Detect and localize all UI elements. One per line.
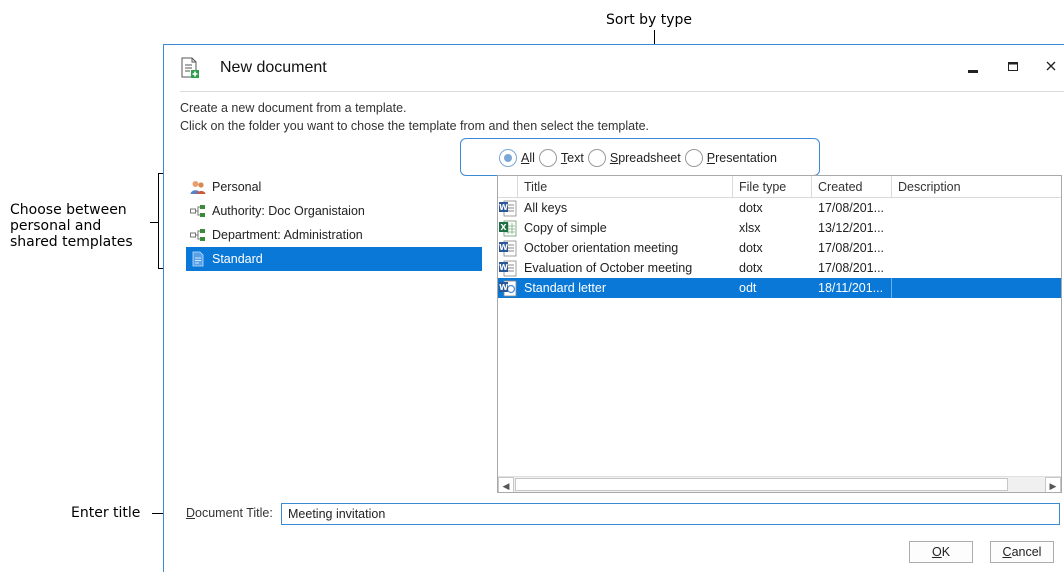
bracket-vertical [158,173,159,269]
horizontal-scrollbar[interactable]: ◀ ▶ [498,476,1061,492]
column-header-created[interactable]: Created [812,176,892,198]
column-header-description[interactable]: Description [892,176,1061,198]
cell-file-type: odt [739,281,757,295]
table-row[interactable]: W All keys dotx 17/08/201... [498,198,1061,218]
org-structure-icon [190,227,206,243]
tree-item-standard[interactable]: Standard [186,247,482,271]
radio-presentation-label: Presentation [706,151,777,165]
radio-all-label: All [521,151,535,165]
cancel-button[interactable]: Cancel [990,541,1054,563]
cell-file-type: xlsx [739,221,761,235]
tree-item-label: Standard [212,252,263,266]
cell-file-type: dotx [739,201,763,215]
cell-title: Evaluation of October meeting [524,261,693,275]
ok-button[interactable]: OK [909,541,973,563]
radio-spreadsheet[interactable]: Spreadsheet [587,149,681,167]
word-icon: W [498,258,518,278]
document-title-input[interactable] [281,503,1060,525]
tree-item-label: Personal [212,180,262,194]
bracket-pointer [150,222,159,223]
template-table: Title File type Created Description W Al… [497,175,1062,493]
personal-users-icon [190,179,206,195]
callout-choose-between: Choose between personal and shared templ… [10,202,133,250]
org-structure-icon [190,203,206,219]
svg-text:W: W [499,283,508,292]
word-odt-icon: W [498,278,518,298]
callout-enter-title: Enter title [71,505,141,521]
table-body: W All keys dotx 17/08/201... X Copy of s… [498,198,1061,298]
tree-item-department[interactable]: Department: Administration [186,223,482,247]
radio-text-label: Text [560,151,584,165]
table-row[interactable]: W Evaluation of October meeting dotx 17/… [498,258,1061,278]
callout-choose-line-1: Choose between [10,202,127,218]
tree-item-personal[interactable]: Personal [186,175,482,199]
cell-title: Copy of simple [524,221,607,235]
table-row[interactable]: W October orientation meeting dotx 17/08… [498,238,1061,258]
template-folder-tree: Personal Authority: Doc Organistaion Dep… [186,175,482,271]
cell-title: Standard letter [524,281,606,295]
radio-indicator [587,149,606,167]
header-icon-column [498,176,518,197]
cell-created: 13/12/201... [818,221,885,235]
cell-title: All keys [524,201,568,215]
document-title-label: Document Title: [186,506,273,520]
word-icon: W [498,238,518,258]
maximize-button[interactable] [1002,57,1024,77]
svg-text:W: W [499,203,508,212]
cell-file-type: dotx [739,261,763,275]
cell-created: 18/11/201... [812,278,892,298]
excel-icon: X [498,218,518,238]
svg-text:X: X [500,223,507,232]
document-icon [190,251,206,267]
new-document-dialog: New document Create a new document from … [163,44,1064,572]
cell-title: October orientation meeting [524,241,679,255]
new-document-icon [180,57,200,79]
table-header: Title File type Created Description [498,176,1061,198]
cell-created: 17/08/201... [818,261,885,275]
column-header-title[interactable]: Title [518,176,733,198]
cell-created: 17/08/201... [818,241,885,255]
sort-by-type-group: All Text Spreadsheet Presentation [460,138,820,176]
file-type-radio-group: All Text Spreadsheet Presentation [499,149,781,167]
cell-description [892,238,1061,258]
cell-description [892,218,1061,238]
instruction-line-1: Create a new document from a template. [180,101,407,115]
column-header-file-type[interactable]: File type [733,176,812,198]
word-icon: W [498,198,518,218]
tree-item-label: Department: Administration [212,228,363,242]
callout-sort-by-type: Sort by type [606,12,693,28]
radio-indicator [499,149,517,167]
svg-text:W: W [499,263,508,272]
radio-all[interactable]: All [499,149,535,167]
tree-item-authority[interactable]: Authority: Doc Organistaion [186,199,482,223]
cell-description [892,278,1061,298]
scrollbar-thumb[interactable] [515,478,1008,491]
scroll-left-icon[interactable]: ◀ [498,477,514,492]
radio-presentation[interactable]: Presentation [684,149,777,167]
radio-text[interactable]: Text [538,149,584,167]
callout-choose-line-3: shared templates [10,234,133,250]
radio-indicator [684,149,703,167]
instruction-line-2: Click on the folder you want to chose th… [180,119,650,133]
minimize-button[interactable] [962,57,984,77]
table-row[interactable]: W Standard letter odt 18/11/201... [498,278,1061,298]
radio-spreadsheet-label: Spreadsheet [609,151,681,165]
radio-indicator [538,149,557,167]
dialog-title: New document [220,59,327,76]
tree-item-label: Authority: Doc Organistaion [212,204,365,218]
callout-choose-line-2: personal and [10,218,102,234]
scroll-right-icon[interactable]: ▶ [1045,477,1061,492]
title-separator [180,91,1064,92]
table-row[interactable]: X Copy of simple xlsx 13/12/201... [498,218,1061,238]
cell-created: 17/08/201... [818,201,885,215]
close-button[interactable] [1040,57,1062,77]
cell-description [892,198,1061,218]
cell-description [892,258,1061,278]
cell-file-type: dotx [739,241,763,255]
svg-text:W: W [499,243,508,252]
